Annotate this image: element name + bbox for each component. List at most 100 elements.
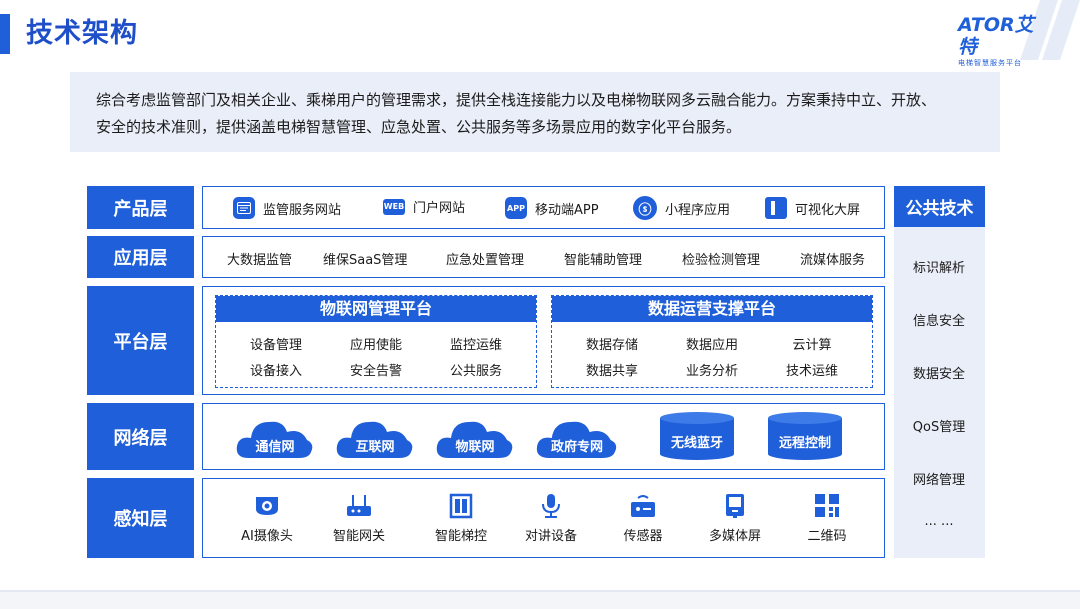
- sensing-label: 多媒体屏: [708, 529, 761, 544]
- product-item-label: 监管服务网站: [263, 202, 342, 218]
- platform-cell: 云计算: [792, 338, 832, 353]
- gateway-icon: [347, 495, 371, 516]
- product-item-label: 小程序应用: [665, 202, 731, 218]
- cylinder-label: 无线蓝牙: [670, 436, 723, 451]
- title-accent-bar: [0, 14, 10, 54]
- application-item: 智能辅助管理: [564, 253, 643, 268]
- elevator-icon: [449, 493, 473, 519]
- network-cloud: 互联网: [335, 412, 415, 462]
- browser-icon: [233, 197, 255, 219]
- public-tech-item: 标识解析: [912, 261, 965, 276]
- cylinder-label: 远程控制: [778, 436, 831, 451]
- iot-row-1: 设备管理 应用使能 监控运维: [226, 334, 526, 353]
- ops-platform-panel: 数据运营支撑平台 数据存储 数据应用 云计算 数据共享 业务分析 技术运维: [551, 295, 873, 388]
- network-cloud: 通信网: [235, 412, 315, 462]
- product-item-label: 门户网站: [413, 201, 466, 216]
- application-item: 检验检测管理: [682, 253, 761, 268]
- public-tech-item: ... ...: [924, 514, 954, 529]
- public-tech-item: 网络管理: [912, 473, 965, 488]
- product-item-label: 可视化大屏: [795, 202, 861, 218]
- platform-cell: 设备接入: [249, 364, 302, 379]
- product-item-4: ⓢ 小程序应用: [633, 196, 730, 220]
- public-tech-panel: 标识解析 信息安全 数据安全 QoS管理 网络管理 ... ...: [894, 227, 985, 558]
- network-cloud: 物联网: [435, 412, 515, 462]
- network-cloud: 政府专网: [535, 412, 619, 462]
- iot-row-2: 设备接入 安全告警 公共服务: [226, 360, 526, 379]
- qrcode-icon: [815, 494, 839, 517]
- cloud-label: 互联网: [355, 440, 395, 455]
- application-item: 维保SaaS管理: [323, 253, 408, 268]
- product-layer-box: 监管服务网站 WEB 门户网站 APP 移动端APP ⓢ 小程序应用 可视化大屏: [202, 186, 885, 229]
- sensing-item: 对讲设备: [511, 493, 591, 544]
- layer-label-network: 网络层: [87, 403, 194, 470]
- sensing-label: 二维码: [807, 529, 847, 544]
- platform-cell: 数据应用: [685, 338, 738, 353]
- product-item-3: APP 移动端APP: [505, 197, 599, 219]
- ops-row-1: 数据存储 数据应用 云计算: [562, 334, 862, 353]
- sensing-item: 二维码: [787, 493, 867, 544]
- sensing-item: 智能网关: [319, 493, 399, 544]
- sensing-label: AI摄像头: [241, 529, 293, 544]
- platform-cell: 监控运维: [449, 338, 502, 353]
- logo-text: ATOR艾特: [958, 14, 1034, 58]
- sensing-item: AI摄像头: [227, 493, 307, 544]
- platform-cell: 数据存储: [585, 338, 638, 353]
- platform-cell: 应用使能: [349, 338, 402, 353]
- layer-label-platform: 平台层: [87, 286, 194, 395]
- microphone-icon: [542, 494, 560, 518]
- screen-icon: [765, 197, 787, 219]
- application-item: 流媒体服务: [800, 253, 866, 268]
- network-cylinder: 无线蓝牙: [658, 412, 736, 462]
- mini-program-icon: ⓢ: [633, 196, 657, 220]
- sensing-label: 智能网关: [332, 529, 385, 544]
- layer-label-sensing: 感知层: [87, 478, 194, 558]
- layer-label-product: 产品层: [87, 186, 194, 229]
- platform-cell: 安全告警: [349, 364, 402, 379]
- public-tech-item: 数据安全: [912, 367, 965, 382]
- brand-logo: ATOR艾特 电梯智慧服务平台: [958, 14, 1048, 67]
- intro-line-1: 综合考虑监管部门及相关企业、乘梯用户的管理需求，提供全栈连接能力以及电梯物联网多…: [96, 91, 937, 109]
- bottom-decoration: [0, 590, 1080, 609]
- product-item-label: 移动端APP: [535, 202, 599, 218]
- sensing-item: 传感器: [603, 493, 683, 544]
- platform-cell: 技术运维: [785, 364, 838, 379]
- sensing-item: 多媒体屏: [695, 493, 775, 544]
- intro-line-2: 安全的技术准则，提供涵盖电梯智慧管理、应急处置、公共服务等多场景应用的数字化平台…: [96, 118, 742, 136]
- platform-cell: 公共服务: [449, 364, 502, 379]
- platform-cell: 设备管理: [249, 338, 302, 353]
- application-item: 应急处置管理: [446, 253, 525, 268]
- public-tech-item: QoS管理: [912, 420, 966, 435]
- public-tech-title: 公共技术: [894, 186, 985, 227]
- layer-label-application: 应用层: [87, 236, 194, 278]
- camera-icon: [256, 497, 278, 515]
- public-tech-item: 信息安全: [912, 314, 965, 329]
- application-layer-box: 大数据监管 维保SaaS管理 应急处置管理 智能辅助管理 检验检测管理 流媒体服…: [202, 236, 885, 278]
- ops-row-2: 数据共享 业务分析 技术运维: [562, 360, 862, 379]
- sensing-label: 传感器: [623, 529, 663, 544]
- platform-cell: 业务分析: [685, 364, 738, 379]
- web-icon: WEB: [383, 198, 405, 215]
- cloud-label: 物联网: [455, 440, 495, 455]
- network-cylinder: 远程控制: [766, 412, 844, 462]
- sensor-icon: [631, 495, 655, 517]
- app-icon: APP: [505, 197, 527, 219]
- intro-text: 综合考虑监管部门及相关企业、乘梯用户的管理需求，提供全栈连接能力以及电梯物联网多…: [96, 87, 986, 141]
- iot-platform-panel: 物联网管理平台 设备管理 应用使能 监控运维 设备接入 安全告警 公共服务: [215, 295, 537, 388]
- platform-layer-box: 物联网管理平台 设备管理 应用使能 监控运维 设备接入 安全告警 公共服务 数据…: [202, 286, 885, 395]
- logo-subtitle: 电梯智慧服务平台: [958, 59, 1022, 67]
- sensing-label: 对讲设备: [524, 529, 577, 544]
- sensing-item: 智能梯控: [421, 493, 501, 544]
- cloud-label: 通信网: [255, 440, 295, 455]
- cloud-label: 政府专网: [550, 440, 603, 455]
- network-layer-box: 通信网 互联网 物联网 政府专网 无线蓝牙 远程控制: [202, 403, 885, 470]
- page-title: 技术架构: [26, 18, 138, 49]
- product-item-5: 可视化大屏: [765, 197, 860, 219]
- product-item-1: 监管服务网站: [233, 197, 341, 219]
- media-screen-icon: [726, 494, 744, 518]
- ops-platform-title: 数据运营支撑平台: [552, 296, 872, 322]
- sensing-layer-box: AI摄像头 智能网关 智能梯控 对讲设备 传感器 多媒体屏 二维码: [202, 478, 885, 558]
- iot-platform-title: 物联网管理平台: [216, 296, 536, 322]
- application-item: 大数据监管: [227, 253, 293, 268]
- sensing-label: 智能梯控: [434, 529, 487, 544]
- platform-cell: 数据共享: [585, 364, 638, 379]
